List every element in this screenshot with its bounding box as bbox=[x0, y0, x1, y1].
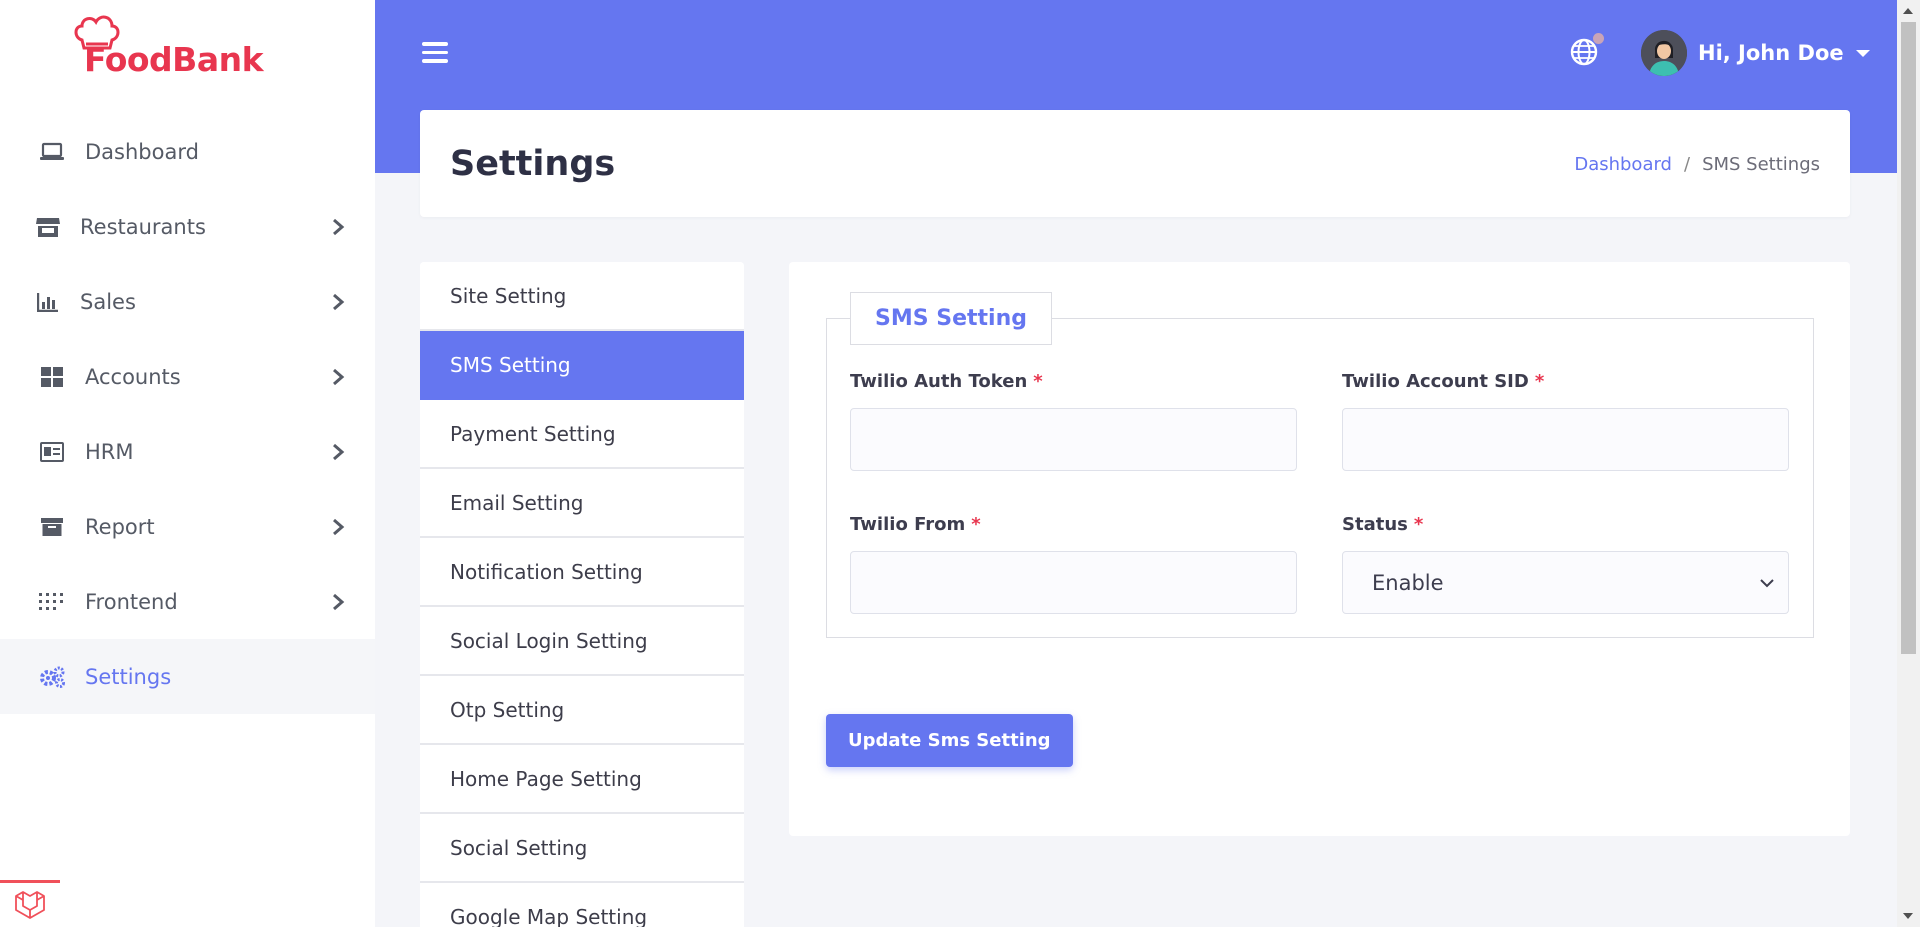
chevron-right-icon bbox=[333, 218, 345, 235]
sidebar-item-label: Sales bbox=[80, 289, 136, 314]
breadcrumb-link-dashboard[interactable]: Dashboard bbox=[1574, 154, 1672, 175]
chevron-right-icon bbox=[333, 518, 345, 535]
fieldset-legend: SMS Setting bbox=[850, 292, 1052, 345]
sidebar-item-label: Accounts bbox=[85, 364, 181, 389]
chart-bar-icon bbox=[34, 290, 62, 314]
user-avatar-icon bbox=[1641, 30, 1687, 76]
sidebar-item-label: Restaurants bbox=[80, 214, 206, 239]
grid-icon bbox=[38, 365, 66, 389]
required-mark: * bbox=[1033, 371, 1043, 392]
sidebar-item-frontend[interactable]: Frontend bbox=[0, 564, 375, 639]
user-menu[interactable]: Hi, John Doe bbox=[1641, 30, 1870, 76]
sidebar-item-sales[interactable]: Sales bbox=[0, 264, 375, 339]
update-sms-setting-button[interactable]: Update Sms Setting bbox=[826, 714, 1073, 767]
auth-token-input[interactable] bbox=[850, 408, 1297, 471]
laravel-icon bbox=[15, 891, 45, 919]
brand-name: FoodBank bbox=[84, 40, 264, 79]
sidebar-item-accounts[interactable]: Accounts bbox=[0, 339, 375, 414]
required-mark: * bbox=[971, 514, 981, 535]
laravel-debug-badge[interactable] bbox=[0, 880, 60, 927]
twilio-from-label: Twilio From * bbox=[850, 514, 981, 535]
chevron-down-icon bbox=[1760, 578, 1774, 587]
notification-dot bbox=[1593, 33, 1604, 44]
language-switcher[interactable] bbox=[1568, 33, 1604, 68]
settings-menu-item-sms[interactable]: SMS Setting bbox=[420, 331, 744, 400]
page-header-card: Settings Dashboard / SMS Settings bbox=[420, 110, 1850, 217]
sidebar-nav: Dashboard Restaurants Sales Accounts HRM… bbox=[0, 114, 375, 714]
required-mark: * bbox=[1413, 514, 1424, 535]
twilio-from-label-text: Twilio From bbox=[850, 514, 966, 535]
gears-icon bbox=[38, 665, 66, 689]
sidebar-item-restaurants[interactable]: Restaurants bbox=[0, 189, 375, 264]
id-card-icon bbox=[38, 440, 66, 464]
settings-menu-item-otp[interactable]: Otp Setting bbox=[420, 676, 744, 745]
settings-menu-item-google-map[interactable]: Google Map Setting bbox=[420, 883, 744, 927]
settings-menu-item-email[interactable]: Email Setting bbox=[420, 469, 744, 538]
required-mark: * bbox=[1534, 371, 1545, 392]
user-greeting: Hi, John Doe bbox=[1698, 41, 1844, 65]
chevron-right-icon bbox=[333, 593, 345, 610]
breadcrumb-current: SMS Settings bbox=[1702, 154, 1820, 175]
sms-settings-card: SMS Setting Twilio Auth Token * Twilio Ac… bbox=[789, 262, 1850, 836]
settings-menu-item-payment[interactable]: Payment Setting bbox=[420, 400, 744, 469]
laptop-icon bbox=[38, 140, 66, 164]
scroll-up-arrow-icon[interactable] bbox=[1903, 8, 1913, 14]
menu-toggle-icon[interactable] bbox=[422, 42, 448, 64]
account-sid-label-text: Twilio Account SID bbox=[1342, 371, 1529, 392]
sidebar-item-dashboard[interactable]: Dashboard bbox=[0, 114, 375, 189]
sidebar: FoodBank Dashboard Restaurants Sales Acc… bbox=[0, 0, 375, 927]
settings-menu: Site Setting SMS Setting Payment Setting… bbox=[420, 262, 744, 927]
avatar bbox=[1641, 30, 1687, 76]
sidebar-item-label: HRM bbox=[85, 439, 134, 464]
foodbank-logo[interactable]: FoodBank bbox=[72, 14, 287, 84]
settings-menu-item-site[interactable]: Site Setting bbox=[420, 262, 744, 331]
archive-icon bbox=[38, 515, 66, 539]
page-scrollbar[interactable] bbox=[1897, 0, 1920, 927]
scroll-down-arrow-icon[interactable] bbox=[1903, 913, 1913, 919]
store-icon bbox=[34, 215, 62, 239]
caret-down-icon bbox=[1855, 49, 1870, 57]
chevron-right-icon bbox=[333, 443, 345, 460]
breadcrumb: Dashboard / SMS Settings bbox=[1574, 154, 1820, 175]
sidebar-item-label: Dashboard bbox=[85, 139, 199, 164]
dots-grid-icon bbox=[38, 590, 66, 614]
settings-menu-item-social-login[interactable]: Social Login Setting bbox=[420, 607, 744, 676]
chevron-right-icon bbox=[333, 368, 345, 385]
status-label: Status * bbox=[1342, 514, 1423, 535]
account-sid-label: Twilio Account SID * bbox=[1342, 371, 1544, 392]
settings-menu-item-social[interactable]: Social Setting bbox=[420, 814, 744, 883]
auth-token-label: Twilio Auth Token * bbox=[850, 371, 1043, 392]
twilio-from-input[interactable] bbox=[850, 551, 1297, 614]
status-label-text: Status bbox=[1342, 514, 1408, 535]
sidebar-item-settings[interactable]: Settings bbox=[0, 639, 375, 714]
scroll-thumb[interactable] bbox=[1901, 22, 1916, 654]
account-sid-input[interactable] bbox=[1342, 408, 1789, 471]
sidebar-item-report[interactable]: Report bbox=[0, 489, 375, 564]
page-title: Settings bbox=[450, 144, 616, 184]
sidebar-item-hrm[interactable]: HRM bbox=[0, 414, 375, 489]
status-select-value: Enable bbox=[1372, 570, 1444, 595]
settings-menu-item-notification[interactable]: Notification Setting bbox=[420, 538, 744, 607]
chevron-right-icon bbox=[333, 293, 345, 310]
status-select[interactable]: Enable bbox=[1342, 551, 1789, 614]
sidebar-item-label: Settings bbox=[85, 664, 172, 689]
sidebar-item-label: Frontend bbox=[85, 589, 178, 614]
breadcrumb-separator: / bbox=[1683, 154, 1691, 175]
auth-token-label-text: Twilio Auth Token bbox=[850, 371, 1028, 392]
sidebar-item-label: Report bbox=[85, 514, 155, 539]
settings-menu-item-home-page[interactable]: Home Page Setting bbox=[420, 745, 744, 814]
